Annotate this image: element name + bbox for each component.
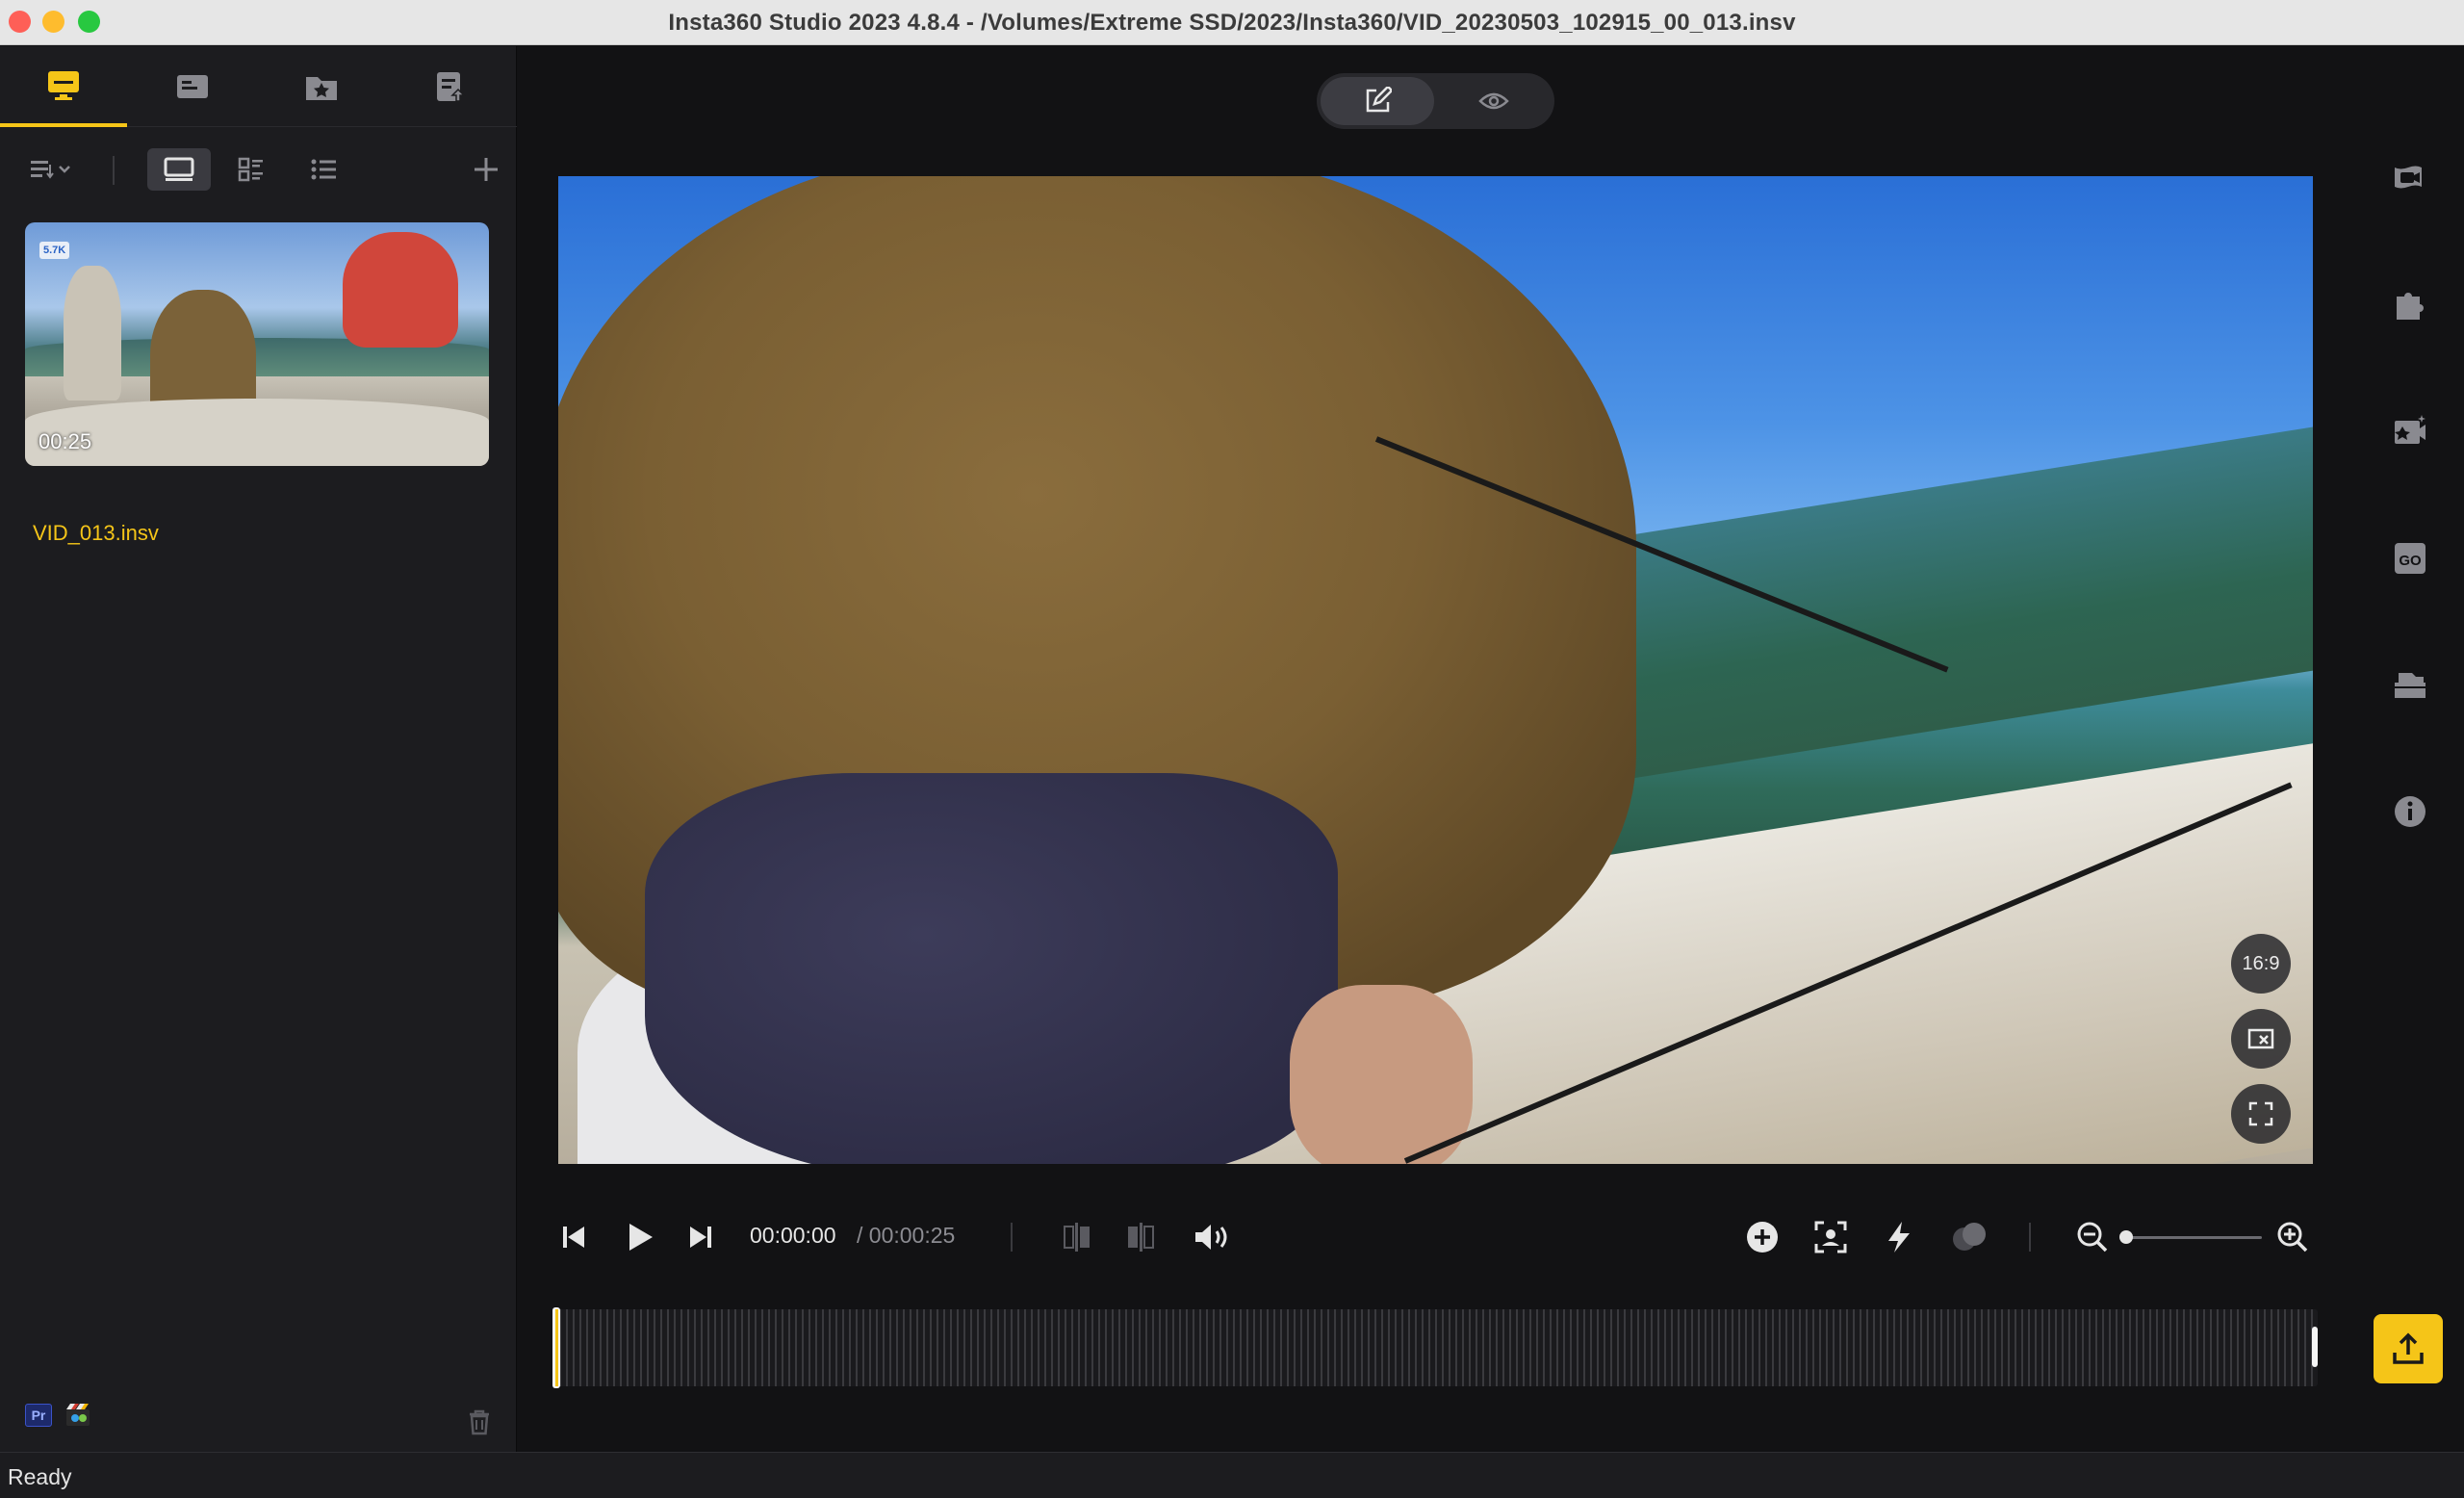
zoom-out-icon xyxy=(2077,1222,2108,1253)
trim-in-button[interactable] xyxy=(1056,1213,1098,1261)
status-text: Ready xyxy=(8,1464,72,1489)
timeline-end-handle[interactable] xyxy=(2312,1327,2318,1367)
play-button[interactable] xyxy=(617,1213,661,1261)
zoom-divider xyxy=(2029,1223,2031,1252)
media-duration: 00:25 xyxy=(38,429,92,453)
media-library-panel: 5.7K 00:25 VID_013.insv Pr xyxy=(0,46,517,1452)
eye-icon xyxy=(1478,92,1509,110)
camera-track-button[interactable] xyxy=(2389,156,2431,198)
reset-view-button[interactable] xyxy=(2231,1009,2291,1069)
effects-button[interactable] xyxy=(2389,409,2431,452)
edit-mode-button[interactable] xyxy=(1321,77,1434,125)
speaker-icon xyxy=(1195,1225,1227,1250)
skip-forward-icon xyxy=(690,1227,711,1248)
zoom-in-button[interactable] xyxy=(2272,1213,2314,1261)
zoom-in-icon xyxy=(2277,1222,2308,1253)
go-icon: GO xyxy=(2395,543,2426,574)
trash-icon xyxy=(470,1409,489,1435)
previous-frame-button[interactable] xyxy=(554,1213,593,1261)
trim-end-icon xyxy=(1128,1223,1154,1252)
video-effects-icon xyxy=(2395,415,2426,444)
premiere-plugin-icon[interactable]: Pr xyxy=(25,1404,52,1427)
volume-button[interactable] xyxy=(1188,1213,1238,1261)
timeline-playhead[interactable] xyxy=(555,1309,558,1386)
star-folder-icon xyxy=(306,77,337,100)
zoom-slider-handle[interactable] xyxy=(2119,1230,2133,1244)
color-filter-button[interactable] xyxy=(1948,1213,1990,1261)
export-list-icon xyxy=(437,72,466,102)
import-media-button[interactable] xyxy=(464,148,508,191)
speed-ramp-button[interactable] xyxy=(1878,1213,1920,1261)
tab-local-files[interactable] xyxy=(0,46,127,127)
library-tabs xyxy=(0,46,517,127)
fullscreen-button[interactable] xyxy=(2231,1084,2291,1144)
batch-export-button[interactable] xyxy=(2389,663,2431,706)
stack-icon xyxy=(2395,673,2426,698)
card-icon xyxy=(177,75,208,98)
large-thumbnail-icon xyxy=(164,157,194,181)
edit-icon xyxy=(1366,87,1392,113)
deep-track-button[interactable] xyxy=(1810,1213,1852,1261)
info-button[interactable] xyxy=(2389,790,2431,833)
next-frame-button[interactable] xyxy=(681,1213,720,1261)
lightning-icon xyxy=(1888,1222,1910,1253)
skip-back-icon xyxy=(563,1227,584,1248)
app-window: Insta360 Studio 2023 4.8.4 - /Volumes/Ex… xyxy=(0,0,2464,1498)
total-time: / 00:00:25 xyxy=(857,1223,956,1248)
info-icon xyxy=(2395,796,2426,827)
upload-icon xyxy=(2393,1332,2424,1364)
puzzle-icon xyxy=(2397,293,2424,320)
list-icon xyxy=(311,159,336,180)
mode-switch xyxy=(1317,73,1554,129)
plugins-button[interactable] xyxy=(2389,283,2431,325)
reset-view-icon xyxy=(2247,1028,2274,1049)
trim-out-button[interactable] xyxy=(1119,1213,1162,1261)
zoom-out-button[interactable] xyxy=(2071,1213,2114,1261)
large-thumbnail-view-button[interactable] xyxy=(147,148,211,191)
aspect-ratio-label: 16:9 xyxy=(2242,952,2280,974)
preview-mode-button[interactable] xyxy=(1437,77,1551,125)
export-button[interactable] xyxy=(2374,1314,2443,1383)
library-toolbar xyxy=(0,127,517,214)
toolbar-divider xyxy=(113,156,115,185)
sort-menu-button[interactable] xyxy=(23,148,81,191)
zoom-slider-track[interactable] xyxy=(2122,1236,2262,1239)
play-icon xyxy=(629,1224,653,1251)
aspect-ratio-button[interactable]: 16:9 xyxy=(2231,934,2291,994)
title-bar: Insta360 Studio 2023 4.8.4 - /Volumes/Ex… xyxy=(0,0,2464,45)
add-circle-icon xyxy=(1747,1222,1778,1253)
final-cut-plugin-icon[interactable] xyxy=(64,1402,92,1429)
tab-camera-files[interactable] xyxy=(129,46,256,127)
add-keyframe-button[interactable] xyxy=(1741,1213,1784,1261)
tab-favorites[interactable] xyxy=(258,46,385,127)
timeline-track[interactable] xyxy=(552,1309,2318,1386)
video-camera-icon xyxy=(2395,166,2422,189)
media-thumbnail[interactable]: 5.7K 00:25 xyxy=(25,222,489,466)
integration-bar: Pr xyxy=(0,1402,517,1450)
grid-list-icon xyxy=(238,157,263,182)
window-title: Insta360 Studio 2023 4.8.4 - /Volumes/Ex… xyxy=(668,10,1796,36)
controls-divider xyxy=(1011,1223,1013,1252)
current-time: 00:00:00 xyxy=(750,1223,836,1248)
media-filename[interactable]: VID_013.insv xyxy=(33,521,159,546)
focus-track-icon xyxy=(1814,1221,1847,1253)
monitor-icon xyxy=(48,71,79,100)
fullscreen-icon xyxy=(2248,1101,2273,1126)
grid-view-button[interactable] xyxy=(229,148,273,191)
sort-icon xyxy=(31,161,70,179)
video-preview[interactable]: 16:9 xyxy=(558,176,2313,1164)
go-mode-button[interactable]: GO xyxy=(2389,537,2431,580)
tab-export-list[interactable] xyxy=(387,46,514,127)
svg-text:GO: GO xyxy=(2399,553,2422,569)
status-bar: Ready xyxy=(0,1452,2464,1498)
resolution-badge: 5.7K xyxy=(39,242,70,259)
filter-icon xyxy=(1953,1223,1986,1251)
list-view-button[interactable] xyxy=(301,148,346,191)
trim-start-icon xyxy=(1064,1223,1090,1252)
delete-button[interactable] xyxy=(466,1408,493,1436)
plus-icon xyxy=(475,158,498,181)
